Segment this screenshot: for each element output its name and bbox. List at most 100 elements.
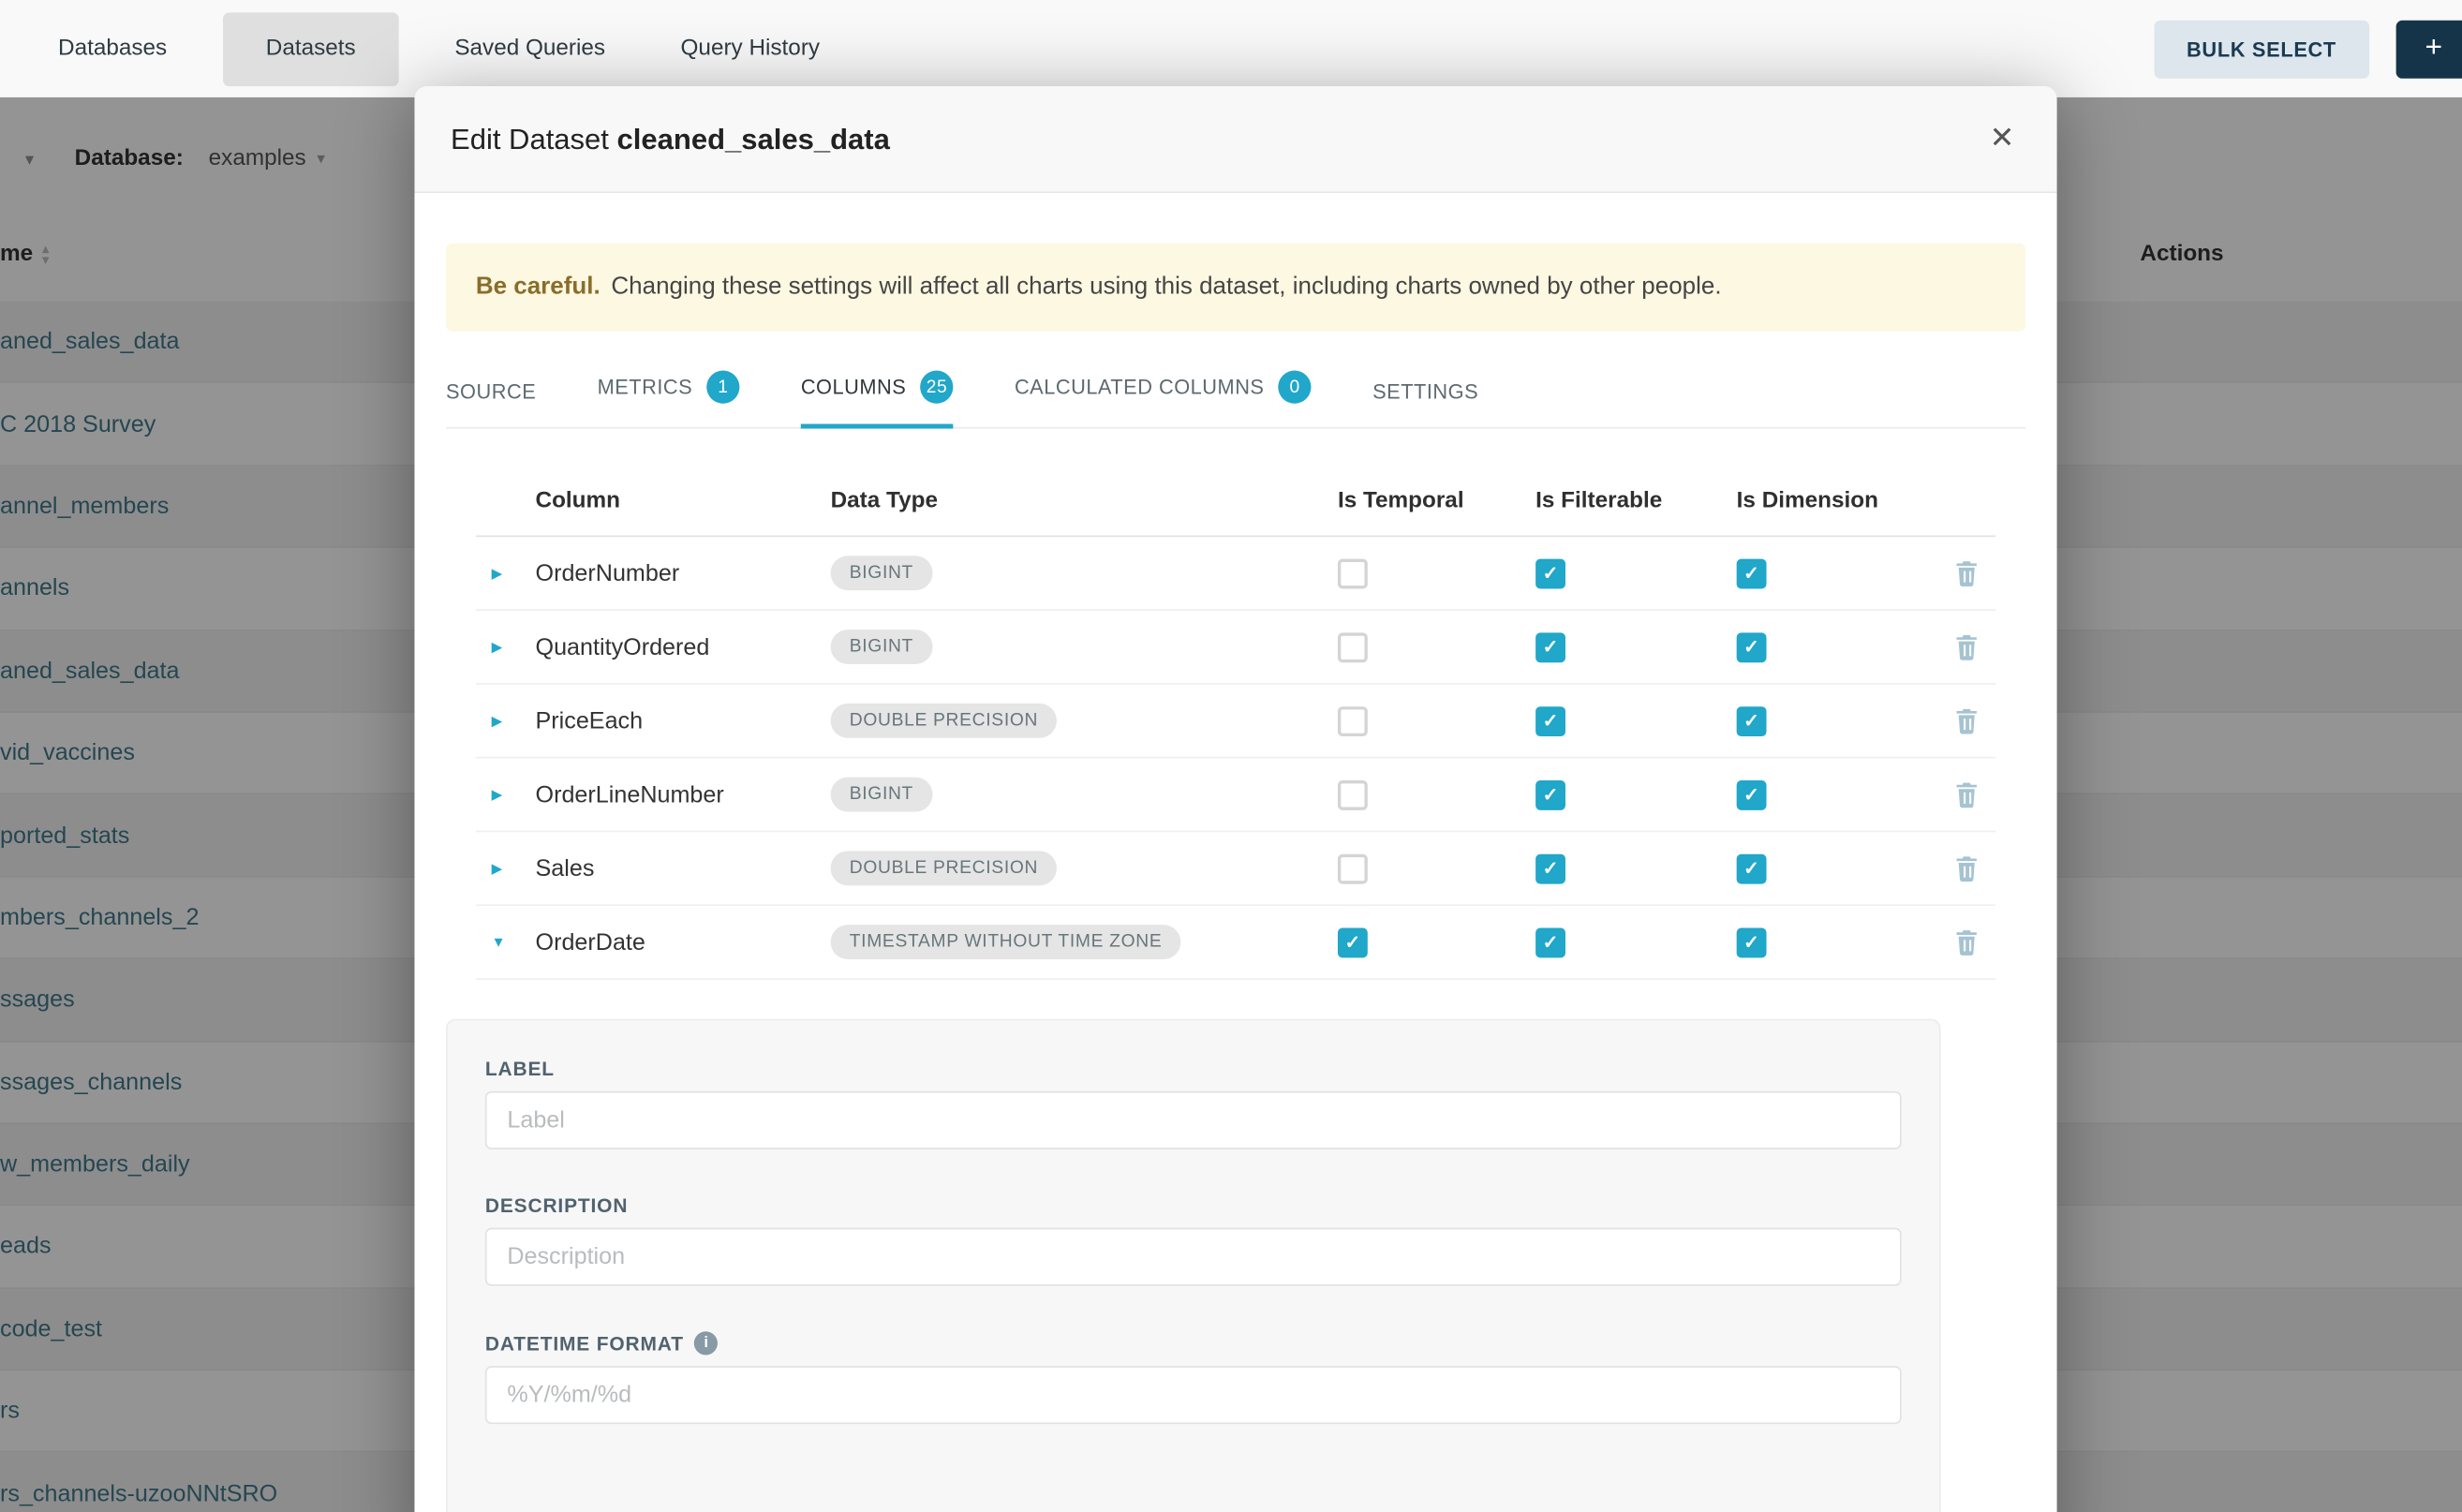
collapse-caret-icon[interactable]: ▼	[476, 934, 506, 950]
tab-settings[interactable]: SETTINGS	[1372, 380, 1478, 427]
is-temporal-checkbox-cell	[1338, 558, 1535, 588]
tab-badge: 25	[920, 371, 953, 404]
is-dimension-checkbox[interactable]: ✓	[1737, 779, 1767, 809]
data-type-pill: DOUBLE PRECISION	[831, 851, 1058, 885]
is-dimension-checkbox[interactable]: ✓	[1737, 927, 1767, 957]
column-row: ▶ SalesDOUBLE PRECISION ✓ ✓	[476, 832, 1995, 906]
add-dataset-button[interactable]: +	[2396, 20, 2462, 78]
data-type-cell: DOUBLE PRECISION	[831, 704, 1338, 738]
is-dimension-checkbox-cell: ✓	[1737, 558, 1953, 588]
close-icon[interactable]: ✕	[1983, 114, 2021, 163]
delete-cell	[1953, 706, 1995, 734]
is-filterable-checkbox[interactable]: ✓	[1535, 927, 1565, 957]
column-name: Sales	[536, 855, 831, 882]
data-type-pill: DOUBLE PRECISION	[831, 704, 1058, 738]
warning-banner: Be careful. Changing these settings will…	[446, 244, 2025, 332]
is-temporal-checkbox[interactable]	[1338, 705, 1368, 735]
is-filterable-checkbox[interactable]: ✓	[1535, 705, 1565, 735]
modal-header: Edit Dataset cleaned_sales_data ✕	[414, 86, 2056, 193]
column-header-column: Column	[536, 488, 831, 513]
tab-columns[interactable]: COLUMNS25	[801, 371, 954, 427]
is-dimension-checkbox[interactable]: ✓	[1737, 558, 1767, 588]
data-type-pill: BIGINT	[831, 630, 933, 664]
columns-table-body: ▶OrderNumberBIGINT✓✓▶QuantityOrderedBIGI…	[476, 537, 1995, 980]
datetime-format-label-text: DATETIME FORMAT	[485, 1332, 684, 1354]
is-temporal-checkbox-cell	[1338, 705, 1535, 735]
columns-table: ColumnData TypeIs TemporalIs FilterableI…	[476, 467, 1995, 980]
is-dimension-checkbox[interactable]: ✓	[1737, 853, 1767, 883]
is-filterable-checkbox[interactable]: ✓	[1535, 558, 1565, 588]
is-dimension-checkbox[interactable]: ✓	[1737, 705, 1767, 735]
delete-column-button[interactable]	[1953, 780, 1980, 808]
description-field-label: DESCRIPTION	[485, 1194, 1902, 1216]
caret-cell: ▶	[476, 565, 536, 582]
expand-caret-icon[interactable]: ▶	[476, 712, 502, 729]
nav-tab-query-history[interactable]: Query History	[643, 0, 857, 97]
nav-tab-datasets[interactable]: Datasets	[224, 12, 398, 86]
column-header-data-type: Data Type	[831, 488, 1338, 513]
is-filterable-checkbox[interactable]: ✓	[1535, 632, 1565, 662]
nav-tab-databases[interactable]: Databases	[21, 0, 205, 97]
delete-cell	[1953, 780, 1995, 808]
label-field-group: LABEL	[485, 1059, 1902, 1149]
expand-caret-icon[interactable]: ▶	[476, 565, 502, 582]
is-filterable-checkbox[interactable]: ✓	[1535, 779, 1565, 809]
nav-tabs: Databases Datasets Saved QueriesQuery Hist…	[21, 0, 858, 97]
tab-label: METRICS	[598, 376, 693, 399]
is-temporal-checkbox[interactable]	[1338, 632, 1368, 662]
is-filterable-checkbox-cell: ✓	[1535, 632, 1737, 662]
expand-caret-icon[interactable]: ▶	[476, 786, 502, 803]
delete-column-button[interactable]	[1953, 854, 1980, 882]
expand-caret-icon[interactable]: ▶	[476, 638, 502, 655]
label-input[interactable]	[485, 1091, 1902, 1149]
bulk-select-button[interactable]: BULK SELECT	[2154, 20, 2369, 78]
data-type-pill: TIMESTAMP WITHOUT TIME ZONE	[831, 925, 1181, 959]
delete-column-button[interactable]	[1953, 706, 1980, 734]
is-temporal-checkbox[interactable]	[1338, 853, 1368, 883]
is-dimension-checkbox[interactable]: ✓	[1737, 632, 1767, 662]
data-type-pill: BIGINT	[831, 556, 933, 590]
delete-column-button[interactable]	[1953, 928, 1980, 956]
column-detail-panel: LABEL DESCRIPTION DATETIME FORMAT i	[446, 1019, 1941, 1512]
tab-label: SOURCE	[446, 380, 536, 404]
data-type-cell: BIGINT	[831, 630, 1338, 664]
column-row: ▶ QuantityOrderedBIGINT ✓ ✓	[476, 611, 1995, 685]
is-filterable-checkbox[interactable]: ✓	[1535, 853, 1565, 883]
is-temporal-checkbox-cell	[1338, 853, 1535, 883]
caret-cell: ▶	[476, 712, 536, 729]
modal-title-prefix: Edit Dataset	[451, 122, 609, 155]
is-temporal-checkbox[interactable]	[1338, 558, 1368, 588]
is-temporal-checkbox-cell	[1338, 779, 1535, 809]
delete-column-button[interactable]	[1953, 559, 1980, 587]
description-field-label-text: DESCRIPTION	[485, 1194, 628, 1216]
is-temporal-checkbox[interactable]: ✓	[1338, 927, 1368, 957]
description-input[interactable]	[485, 1228, 1902, 1286]
modal-title: Edit Dataset cleaned_sales_data	[451, 122, 890, 156]
is-dimension-checkbox-cell: ✓	[1737, 705, 1953, 735]
expand-caret-icon[interactable]: ▶	[476, 860, 502, 877]
warning-text: Changing these settings will affect all …	[611, 274, 1721, 302]
datetime-format-field-label: DATETIME FORMAT i	[485, 1331, 1902, 1355]
edit-dataset-modal: Edit Dataset cleaned_sales_data ✕ Be car…	[414, 86, 2056, 1512]
caret-cell: ▶	[476, 786, 536, 803]
column-row: ▶PriceEachDOUBLE PRECISION✓✓	[476, 685, 1995, 759]
caret-cell: ▼	[476, 934, 536, 950]
tab-metrics[interactable]: METRICS 1	[598, 371, 740, 427]
is-temporal-checkbox-cell: ✓	[1338, 927, 1535, 957]
tab-source[interactable]: SOURCE	[446, 380, 536, 427]
delete-cell	[1953, 559, 1995, 587]
caret-cell: ▶	[476, 860, 536, 877]
tab-calculated-columns[interactable]: CALCULATED COLUMNS0	[1015, 371, 1312, 427]
column-row: ▶OrderNumberBIGINT✓✓	[476, 537, 1995, 611]
delete-column-button[interactable]	[1953, 632, 1980, 660]
datetime-format-input[interactable]	[485, 1366, 1902, 1424]
column-name: QuantityOrdered	[536, 633, 831, 660]
is-temporal-checkbox-cell	[1338, 632, 1535, 662]
is-temporal-checkbox[interactable]	[1338, 779, 1368, 809]
warning-bold: Be careful.	[476, 274, 601, 302]
info-icon: i	[695, 1331, 719, 1355]
is-dimension-checkbox-cell: ✓	[1737, 779, 1953, 809]
nav-tab-saved-queries[interactable]: Saved Queries	[417, 0, 643, 97]
column-header-is-dimension: Is Dimension	[1737, 488, 1953, 513]
tab-badge: 1	[706, 371, 739, 404]
